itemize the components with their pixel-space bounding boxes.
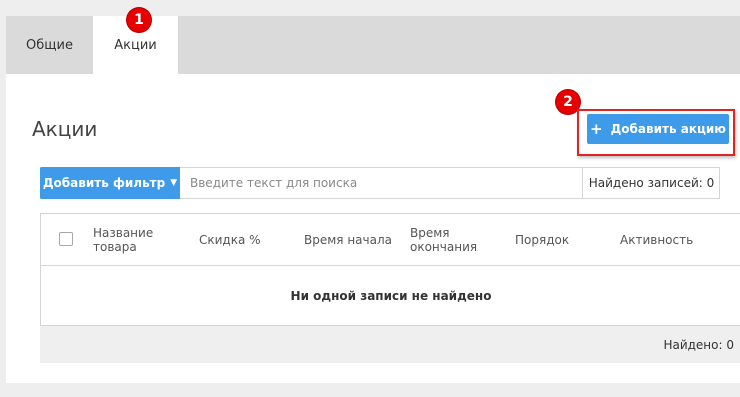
column-header-product-name[interactable]: Название товара <box>93 214 183 266</box>
table-header: Название товара Скидка % Время начала Вр… <box>41 214 740 266</box>
filter-bar: Добавить фильтр ▼ Найдено записей: 0 <box>40 167 720 199</box>
promotions-table: Название товара Скидка % Время начала Вр… <box>40 213 740 326</box>
footer-found-count: Найдено: 0 <box>663 337 734 352</box>
page-title: Акции <box>32 117 98 141</box>
caret-down-icon: ▼ <box>170 178 178 188</box>
plus-icon: + <box>590 120 603 138</box>
add-promotion-button[interactable]: + Добавить акцию <box>587 114 729 144</box>
annotation-marker-1: 1 <box>127 8 151 32</box>
add-filter-button[interactable]: Добавить фильтр ▼ <box>40 167 180 199</box>
records-found-count: Найдено записей: 0 <box>582 168 720 198</box>
tab-bar: Общие Акции <box>6 16 740 74</box>
table-footer: Найдено: 0 <box>40 326 740 363</box>
column-header-discount[interactable]: Скидка % <box>199 214 289 266</box>
empty-table-message: Ни одной записи не найдено <box>290 289 492 303</box>
add-filter-label: Добавить фильтр <box>42 176 166 190</box>
column-header-end-time[interactable]: Время окончания <box>410 214 500 266</box>
column-header-start-time[interactable]: Время начала <box>304 214 394 266</box>
tab-general[interactable]: Общие <box>6 16 93 74</box>
search-input[interactable] <box>184 168 580 198</box>
column-header-order[interactable]: Порядок <box>515 214 605 266</box>
select-all-checkbox[interactable] <box>59 232 73 246</box>
add-promotion-label: Добавить акцию <box>610 122 726 136</box>
column-header-activity[interactable]: Активность <box>620 214 730 266</box>
